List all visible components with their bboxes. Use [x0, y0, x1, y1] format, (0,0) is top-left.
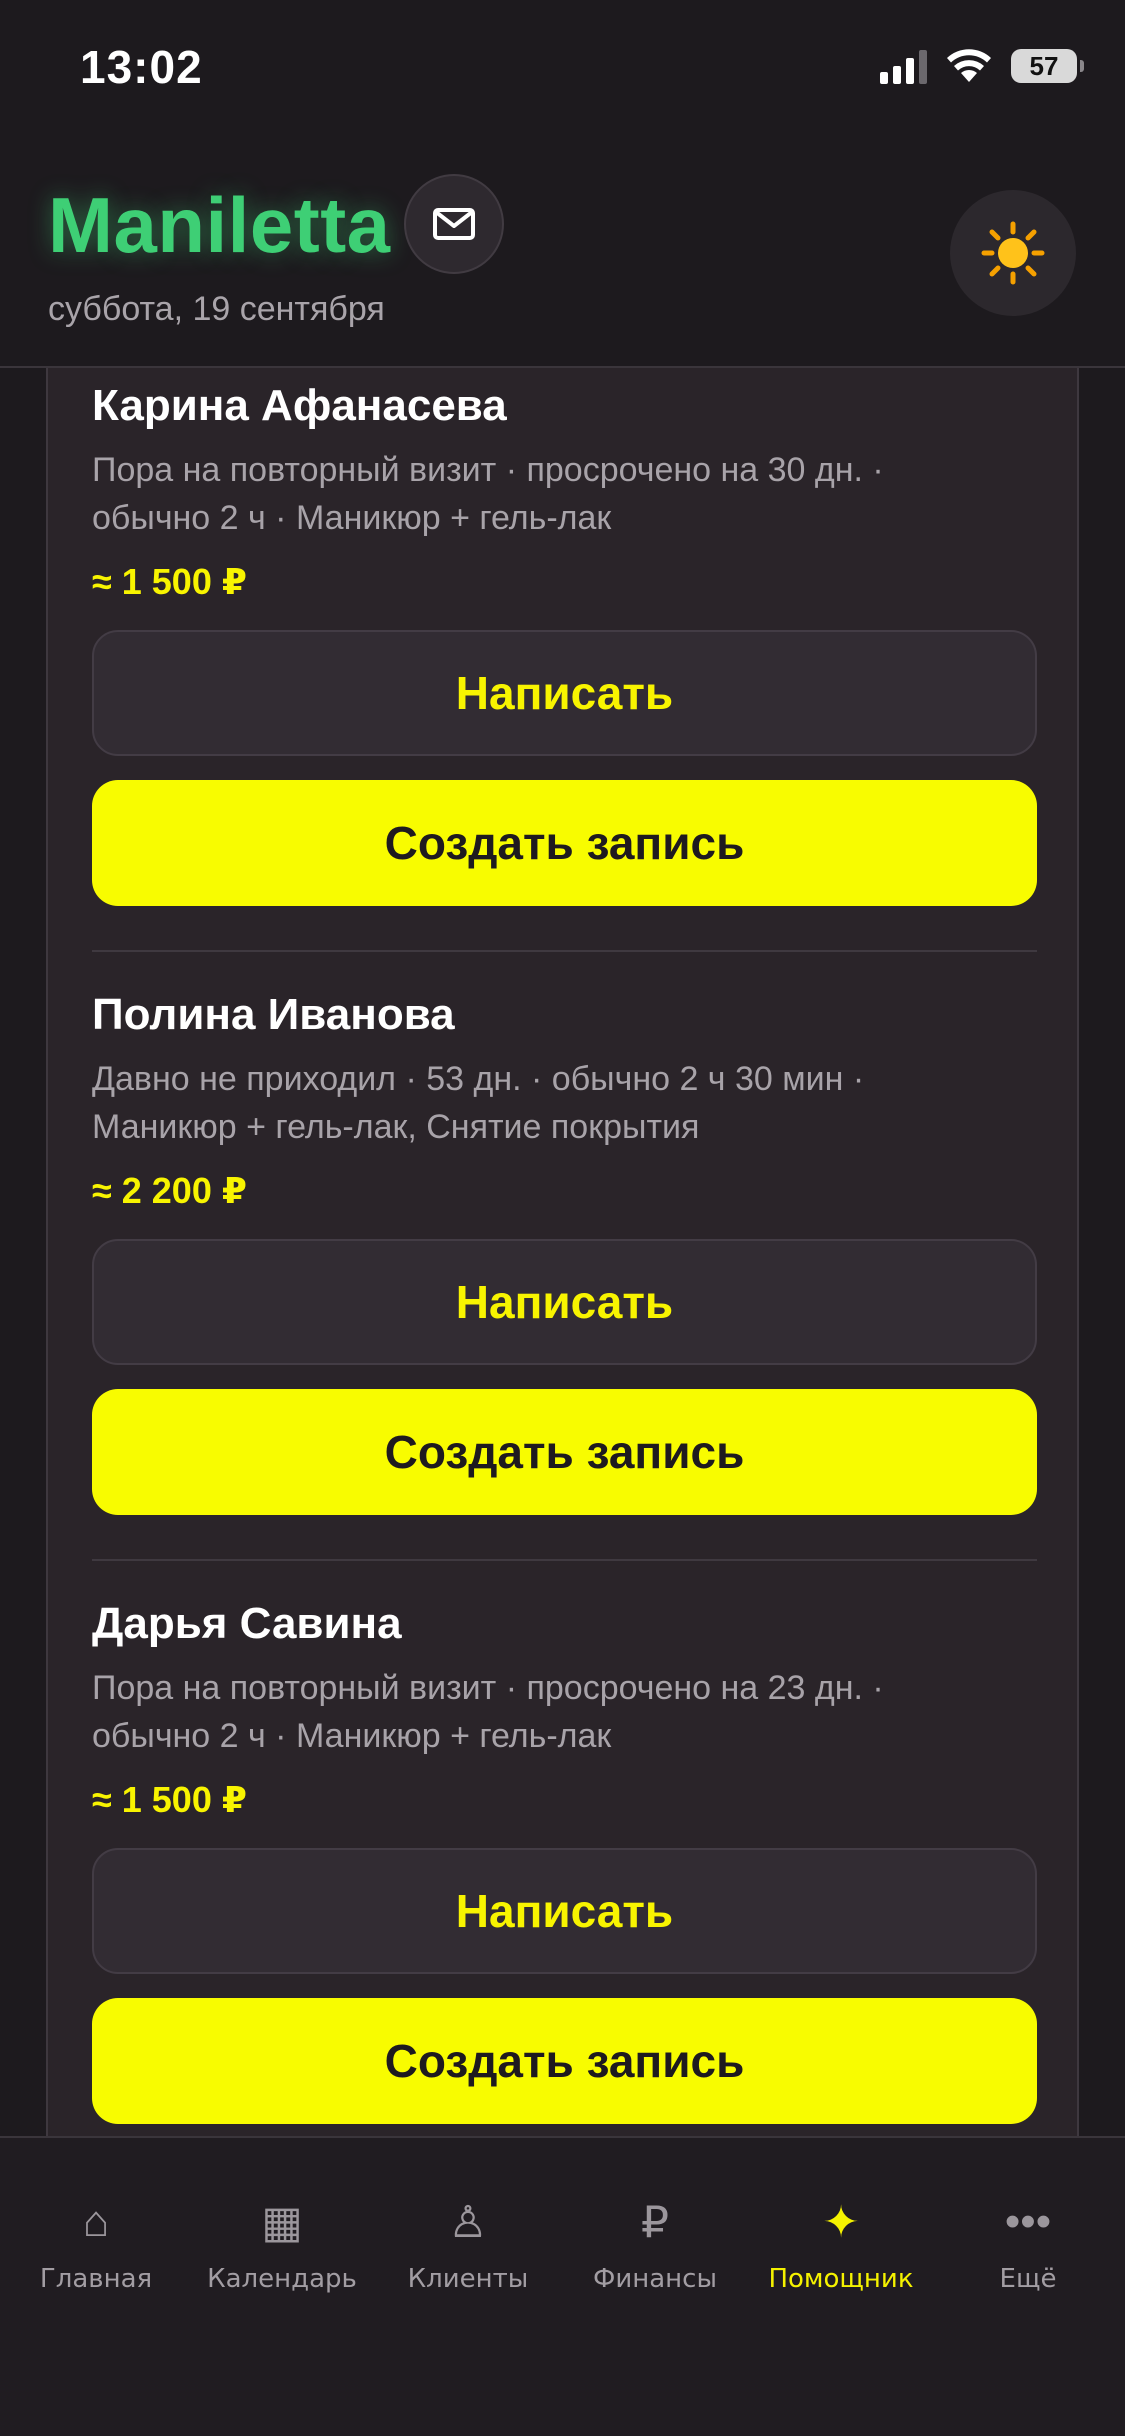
status-time: 13:02 [80, 41, 203, 93]
details-line: Пора на повторный визит · просрочено на … [92, 451, 884, 489]
screen: 13:02 57 Maniletta суббота, 19 сентября [0, 0, 1125, 2436]
entry-divider [92, 950, 1037, 952]
theme-toggle-button[interactable] [950, 190, 1076, 316]
more-icon: ••• [1004, 2197, 1052, 2246]
bottom-navigation: ⌂ Главная ▦ Календарь ♙ Клиенты ₽ Финанс… [0, 2136, 1125, 2436]
details-line: Пора на повторный визит · просрочено на … [92, 1669, 884, 1707]
status-icons: 57 [880, 48, 1084, 84]
nav-label: Финансы [592, 2264, 718, 2294]
nav-label: Календарь [207, 2264, 357, 2294]
nav-label: Ещё [999, 2264, 1057, 2294]
client-entry: Карина Афанасева Пора на повторный визит… [92, 376, 1037, 906]
client-entry: Полина Иванова Давно не приходил · 53 дн… [92, 985, 1037, 1515]
create-appointment-button[interactable]: Создать запись [92, 780, 1037, 906]
app-title: Maniletta [48, 181, 391, 269]
battery-icon: 57 [1011, 49, 1084, 83]
details-line: Давно не приходил · 53 дн. · обычно 2 ч … [92, 1060, 865, 1098]
client-details: Пора на повторный визит · просрочено на … [92, 1664, 1037, 1760]
wifi-icon [947, 49, 991, 82]
client-name: Карина Афанасева [92, 381, 507, 430]
cellular-signal-icon [880, 48, 927, 84]
client-details: Пора на повторный визит · просрочено на … [92, 446, 1037, 542]
sun-icon [981, 221, 1045, 285]
nav-item-more[interactable]: ••• Ещё [935, 2190, 1121, 2294]
current-date: суббота, 19 сентября [48, 290, 385, 328]
nav-item-clients[interactable]: ♙ Клиенты [375, 2190, 561, 2295]
ruble-icon: ₽ [641, 2197, 669, 2247]
nav-label: Клиенты [407, 2264, 529, 2294]
write-button[interactable]: Написать [92, 1848, 1037, 1974]
create-appointment-button[interactable]: Создать запись [92, 1998, 1037, 2124]
estimated-price: ≈ 1 500 ₽ [92, 1779, 247, 1820]
write-button[interactable]: Написать [92, 1239, 1037, 1365]
details-line: обычно 2 ч · Маникюр + гель-лак [92, 499, 612, 537]
nav-item-home[interactable]: ⌂ Главная [3, 2190, 189, 2294]
write-button[interactable]: Написать [92, 630, 1037, 756]
estimated-price: ≈ 2 200 ₽ [92, 1170, 247, 1211]
client-entry: Дарья Савина Пора на повторный визит · п… [92, 1594, 1037, 2124]
recommendations-card: Карина Афанасева Пора на повторный визит… [46, 368, 1079, 2138]
nav-item-calendar[interactable]: ▦ Календарь [189, 2190, 375, 2295]
home-icon: ⌂ [82, 2197, 110, 2246]
estimated-price: ≈ 1 500 ₽ [92, 561, 247, 602]
client-details: Давно не приходил · 53 дн. · обычно 2 ч … [92, 1055, 1037, 1151]
nav-label: Главная [39, 2264, 153, 2294]
person-icon: ♙ [448, 2197, 488, 2247]
nav-item-assistant[interactable]: ✦ Помощник [748, 2190, 934, 2295]
create-appointment-button[interactable]: Создать запись [92, 1389, 1037, 1515]
mail-icon [433, 208, 475, 240]
messages-button[interactable] [404, 174, 504, 274]
nav-item-finance[interactable]: ₽ Финансы [562, 2190, 748, 2295]
details-line: обычно 2 ч · Маникюр + гель-лак [92, 1717, 612, 1755]
details-line: Маникюр + гель-лак, Снятие покрытия [92, 1108, 700, 1146]
client-name: Дарья Савина [92, 1599, 402, 1648]
nav-label: Помощник [768, 2264, 914, 2294]
calendar-icon: ▦ [261, 2197, 303, 2247]
client-name: Полина Иванова [92, 990, 455, 1039]
entry-divider [92, 1559, 1037, 1561]
sparkle-icon: ✦ [822, 2197, 860, 2247]
